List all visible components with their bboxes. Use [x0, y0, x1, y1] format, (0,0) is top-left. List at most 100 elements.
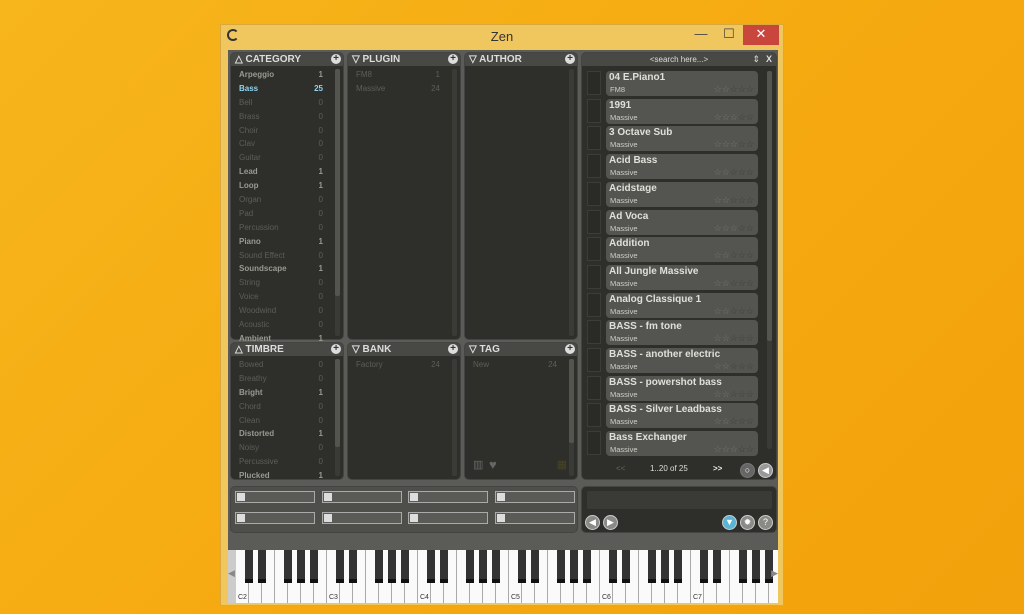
preset-item[interactable]: BASS - Silver Leadbass Massive ☆☆☆☆☆	[606, 403, 758, 429]
plugin-item[interactable]: FM8 1	[348, 68, 460, 82]
cart-icon[interactable]: ▦	[557, 458, 567, 471]
maximize-button[interactable]: ☐	[715, 25, 743, 45]
black-key[interactable]	[284, 550, 292, 583]
category-item[interactable]: Piano 1	[231, 235, 343, 249]
category-item[interactable]: Bell 0	[231, 96, 343, 110]
category-item[interactable]: Organ 0	[231, 193, 343, 207]
help-icon[interactable]: ?	[758, 515, 773, 530]
black-key[interactable]	[297, 550, 305, 583]
timbre-item[interactable]: Noisy 0	[231, 441, 343, 455]
macro-slider[interactable]	[408, 491, 488, 503]
scroll-left-icon[interactable]: ◀	[228, 568, 235, 579]
author-scrollbar[interactable]	[569, 69, 574, 336]
black-key[interactable]	[531, 550, 539, 583]
speaker-icon[interactable]: ◀	[758, 463, 773, 478]
category-item[interactable]: Acoustic 0	[231, 318, 343, 332]
heart-icon[interactable]: ♥	[489, 457, 497, 472]
star-rating[interactable]: ☆☆☆☆☆	[714, 416, 754, 427]
star-rating[interactable]: ☆☆☆☆☆	[714, 139, 754, 150]
timbre-item[interactable]: Bright 1	[231, 386, 343, 400]
collapse-icon[interactable]: ▽	[352, 54, 360, 65]
star-rating[interactable]: ☆☆☆☆☆	[714, 278, 754, 289]
preset-checkbox[interactable]	[587, 320, 601, 345]
preset-checkbox[interactable]	[587, 209, 601, 234]
search-input[interactable]: <search here...>	[582, 53, 776, 66]
black-key[interactable]	[427, 550, 435, 583]
category-item[interactable]: Brass 0	[231, 110, 343, 124]
black-key[interactable]	[609, 550, 617, 583]
category-item[interactable]: Guitar 0	[231, 151, 343, 165]
preset-item[interactable]: 3 Octave Sub Massive ☆☆☆☆☆	[606, 126, 758, 152]
star-rating[interactable]: ☆☆☆☆☆	[714, 195, 754, 206]
timbre-item[interactable]: Bowed 0	[231, 358, 343, 372]
collapse-icon[interactable]: △	[235, 344, 243, 355]
black-key[interactable]	[258, 550, 266, 583]
black-key[interactable]	[752, 550, 760, 583]
black-key[interactable]	[648, 550, 656, 583]
category-item[interactable]: Sound Effect 0	[231, 249, 343, 263]
preset-item[interactable]: 04 E.Piano1 FM8 ☆☆☆☆☆	[606, 71, 758, 96]
preset-scrollbar[interactable]	[767, 71, 772, 449]
add-icon[interactable]: +	[448, 344, 458, 354]
macro-slider[interactable]	[235, 512, 315, 524]
timbre-item[interactable]: Clean 0	[231, 414, 343, 428]
preset-item[interactable]: All Jungle Massive Massive ☆☆☆☆☆	[606, 264, 758, 290]
timbre-header[interactable]: △ TIMBRE +	[231, 343, 343, 356]
black-key[interactable]	[557, 550, 565, 583]
collapse-icon[interactable]: ▽	[469, 344, 477, 355]
plugin-item[interactable]: Massive 24	[348, 82, 460, 96]
star-rating[interactable]: ☆☆☆☆☆	[714, 250, 754, 261]
add-icon[interactable]: +	[565, 54, 575, 64]
category-item[interactable]: Soundscape 1	[231, 262, 343, 276]
black-key[interactable]	[349, 550, 357, 583]
category-header[interactable]: △ CATEGORY +	[231, 53, 343, 66]
bank-scrollbar[interactable]	[452, 359, 457, 476]
category-item[interactable]: Voice 0	[231, 290, 343, 304]
black-key[interactable]	[622, 550, 630, 583]
collapse-icon[interactable]: ▽	[469, 54, 477, 65]
preset-item[interactable]: BASS - another electric Massive ☆☆☆☆☆	[606, 348, 758, 373]
black-key[interactable]	[713, 550, 721, 583]
preset-checkbox[interactable]	[587, 403, 601, 428]
preset-item[interactable]: Acidstage Massive ☆☆☆☆☆	[606, 181, 758, 207]
close-button[interactable]: ✕	[743, 25, 779, 45]
tag-scrollbar[interactable]	[569, 359, 574, 476]
star-rating[interactable]: ☆☆☆☆☆	[714, 167, 754, 178]
preset-checkbox[interactable]	[587, 71, 601, 95]
add-icon[interactable]: +	[565, 344, 575, 354]
black-key[interactable]	[440, 550, 448, 583]
preset-item[interactable]: Ad Voca Massive ☆☆☆☆☆	[606, 209, 758, 235]
star-rating[interactable]: ☆☆☆☆☆	[714, 389, 754, 400]
black-key[interactable]	[518, 550, 526, 583]
category-item[interactable]: Woodwind 0	[231, 304, 343, 318]
black-key[interactable]	[661, 550, 669, 583]
record-icon[interactable]: ○	[740, 463, 755, 478]
category-item[interactable]: String 0	[231, 276, 343, 290]
preset-checkbox[interactable]	[587, 348, 601, 372]
macro-slider[interactable]	[235, 491, 315, 503]
black-key[interactable]	[479, 550, 487, 583]
sort-icon[interactable]: ⇕	[752, 54, 760, 65]
arrow-right-icon[interactable]: ▶	[603, 515, 618, 530]
black-key[interactable]	[466, 550, 474, 583]
black-key[interactable]	[336, 550, 344, 583]
bank-item[interactable]: Factory 24	[348, 358, 460, 372]
star-rating[interactable]: ☆☆☆☆☆	[714, 444, 754, 455]
black-key[interactable]	[375, 550, 383, 583]
black-key[interactable]	[310, 550, 318, 583]
timbre-item[interactable]: Distorted 1	[231, 427, 343, 441]
black-key[interactable]	[492, 550, 500, 583]
tag-item[interactable]: New 24	[465, 358, 577, 372]
preset-item[interactable]: Addition Massive ☆☆☆☆☆	[606, 237, 758, 263]
add-icon[interactable]: +	[448, 54, 458, 64]
plugin-scrollbar[interactable]	[452, 69, 457, 336]
preset-checkbox[interactable]	[587, 181, 601, 206]
star-rating[interactable]: ☆☆☆☆☆	[714, 333, 754, 344]
category-item[interactable]: Lead 1	[231, 165, 343, 179]
bank-header[interactable]: ▽ BANK +	[348, 343, 460, 356]
macro-slider[interactable]	[408, 512, 488, 524]
next-page-button[interactable]: >>	[713, 464, 722, 473]
black-key[interactable]	[739, 550, 747, 583]
category-scrollbar[interactable]	[335, 69, 340, 336]
category-item[interactable]: Clav 0	[231, 137, 343, 151]
